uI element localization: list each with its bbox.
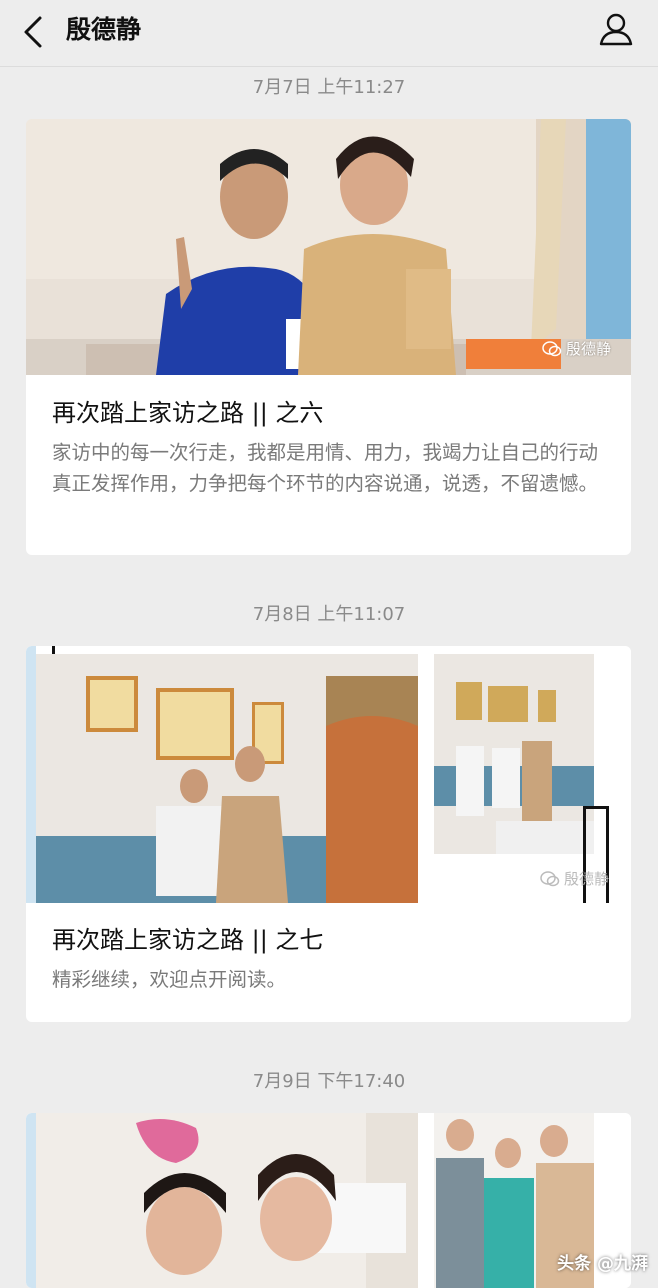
article-cover-image: 殷德静 <box>26 646 631 903</box>
image-watermark: 殷德静 <box>540 868 609 889</box>
corner-watermark: 头条 @九湃 <box>557 1254 648 1274</box>
message-timestamp: 7月8日 上午11:07 <box>252 604 406 625</box>
top-nav-bar: 殷德静 <box>0 0 658 67</box>
article-title: 再次踏上家访之路 || 之六 <box>52 399 324 427</box>
article-cover-image: 殷德静 <box>26 119 631 375</box>
chevron-left-icon <box>24 16 42 48</box>
person-icon <box>599 13 633 46</box>
article-card[interactable]: 殷德静 再次踏上家访之路 || 之六 家访中的每一次行走，我都是用情、用力，我竭… <box>26 119 631 555</box>
message-timestamp: 7月7日 上午11:27 <box>252 77 406 98</box>
back-button[interactable] <box>16 14 52 50</box>
article-description: 精彩继续，欢迎点开阅读。 <box>52 968 287 991</box>
article-cover-image <box>26 1113 631 1288</box>
page-title: 殷德静 <box>66 15 142 44</box>
article-card[interactable]: 殷德静 再次踏上家访之路 || 之七 精彩继续，欢迎点开阅读。 <box>26 646 631 1022</box>
profile-button[interactable] <box>596 10 636 50</box>
image-watermark: 殷德静 <box>542 338 611 359</box>
article-description: 家访中的每一次行走，我都是用情、用力，我竭力让自己的行动真正发挥作用，力争把每个… <box>52 441 599 495</box>
article-card[interactable] <box>26 1113 631 1288</box>
wechat-icon <box>542 340 562 356</box>
message-timestamp: 7月9日 下午17:40 <box>252 1071 406 1092</box>
article-title: 再次踏上家访之路 || 之七 <box>52 926 324 954</box>
wechat-icon <box>540 870 560 886</box>
